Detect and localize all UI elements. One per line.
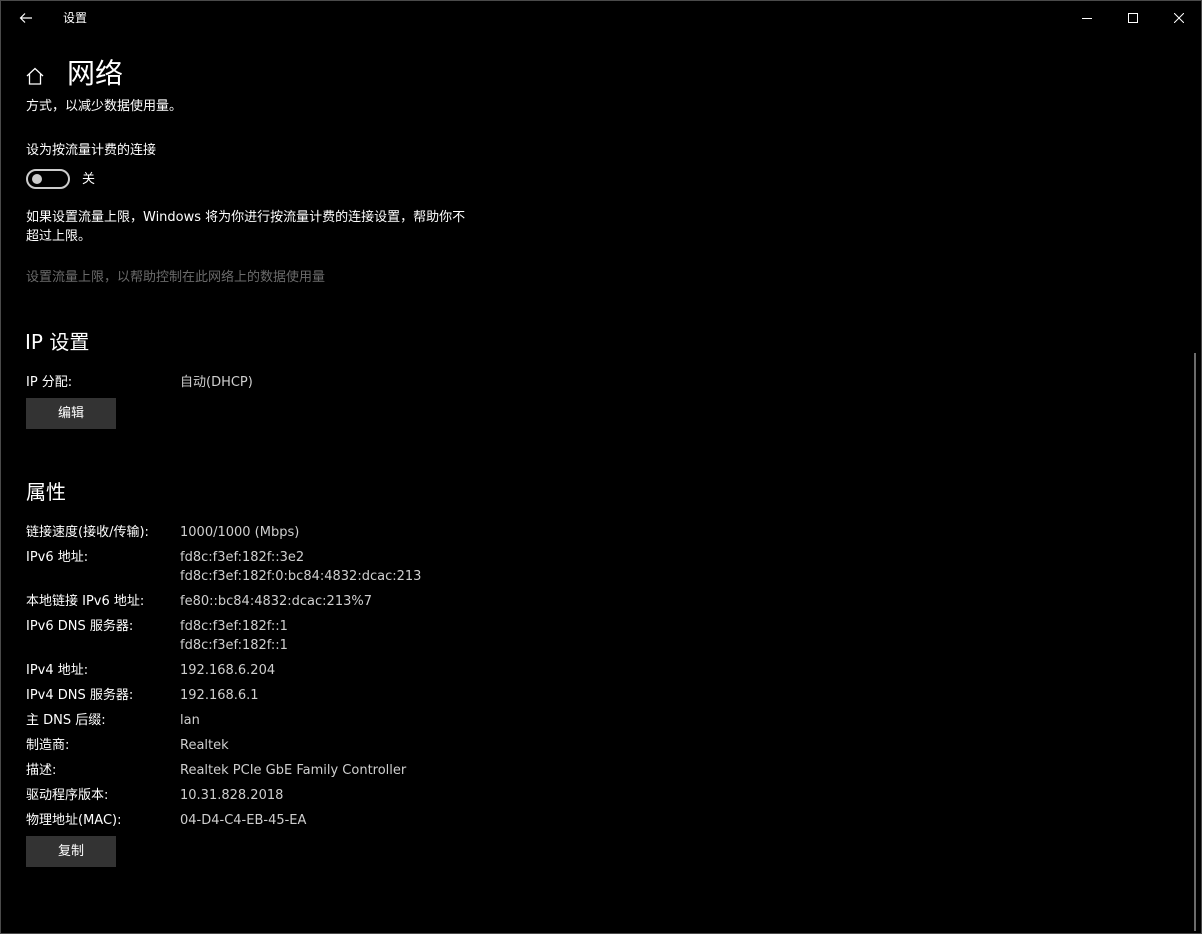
maximize-icon bbox=[1128, 13, 1138, 23]
property-label: 制造商: bbox=[26, 738, 70, 753]
property-value: Realtek bbox=[180, 738, 229, 753]
ip-assignment-label: IP 分配: bbox=[26, 375, 73, 390]
edit-button[interactable]: 编辑 bbox=[26, 398, 116, 429]
set-data-limit-link[interactable]: 设置流量上限，以帮助控制在此网络上的数据使用量 bbox=[26, 268, 325, 287]
property-value: 192.168.6.1 bbox=[180, 688, 259, 703]
back-button[interactable] bbox=[7, 3, 45, 33]
property-values: lan bbox=[180, 711, 200, 730]
property-label: IPv6 DNS 服务器: bbox=[26, 619, 134, 634]
property-value: 1000/1000 (Mbps) bbox=[180, 525, 300, 540]
property-value: fd8c:f3ef:182f::3e2 bbox=[180, 550, 305, 565]
property-label: 描述: bbox=[26, 763, 57, 778]
property-value: fe80::bc84:4832:dcac:213%7 bbox=[180, 594, 372, 609]
property-values: 1000/1000 (Mbps) bbox=[180, 523, 299, 542]
property-values: 192.168.6.1 bbox=[180, 686, 259, 705]
toggle-state-label: 关 bbox=[82, 172, 96, 187]
property-value: 192.168.6.204 bbox=[180, 663, 276, 678]
property-label: 驱动程序版本: bbox=[26, 788, 109, 803]
property-values: Realtek PCIe GbE Family Controller bbox=[180, 761, 406, 780]
property-value: 10.31.828.2018 bbox=[180, 788, 284, 803]
property-value: 04-D4-C4-EB-45-EA bbox=[180, 813, 307, 828]
property-label: 链接速度(接收/传输): bbox=[26, 525, 149, 540]
toggle-knob bbox=[32, 174, 42, 184]
property-values: fd8c:f3ef:182f::1 fd8c:f3ef:182f::1 bbox=[180, 617, 288, 655]
property-label: 本地链接 IPv6 地址: bbox=[26, 594, 145, 609]
property-values: 192.168.6.204 bbox=[180, 661, 275, 680]
title-bar: 设置 bbox=[1, 1, 1201, 35]
property-value: lan bbox=[180, 713, 200, 728]
property-label: IPv4 DNS 服务器: bbox=[26, 688, 134, 703]
property-label: 主 DNS 后缀: bbox=[26, 713, 106, 728]
close-button[interactable] bbox=[1156, 1, 1202, 35]
back-arrow-icon bbox=[19, 13, 32, 23]
app-title: 设置 bbox=[63, 11, 88, 25]
property-values: 04-D4-C4-EB-45-EA bbox=[180, 811, 306, 830]
property-values: Realtek bbox=[180, 736, 229, 755]
close-icon bbox=[1174, 13, 1184, 23]
data-limit-description: 如果设置流量上限，Windows 将为你进行按流量计费的连接设置，帮助你不超过上… bbox=[26, 210, 466, 244]
property-label: 物理地址(MAC): bbox=[26, 813, 122, 828]
property-values: 10.31.828.2018 bbox=[180, 786, 283, 805]
property-label: IPv4 地址: bbox=[26, 663, 89, 678]
property-value: fd8c:f3ef:182f::1 bbox=[180, 619, 288, 634]
property-value: fd8c:f3ef:182f:0:bc84:4832:dcac:213 bbox=[180, 569, 422, 584]
metered-connection-toggle[interactable] bbox=[26, 169, 70, 189]
property-value: Realtek PCIe GbE Family Controller bbox=[180, 763, 407, 778]
maximize-button[interactable] bbox=[1110, 1, 1156, 35]
property-values: fd8c:f3ef:182f::3e2 fd8c:f3ef:182f:0:bc8… bbox=[180, 548, 421, 586]
minimize-button[interactable] bbox=[1064, 1, 1110, 35]
property-label: IPv6 地址: bbox=[26, 550, 89, 565]
ip-assignment-value: 自动(DHCP) bbox=[180, 375, 253, 390]
property-values: fe80::bc84:4832:dcac:213%7 bbox=[180, 592, 372, 611]
home-button[interactable] bbox=[24, 65, 46, 87]
ip-settings-heading: IP 设置 bbox=[25, 330, 90, 354]
home-icon bbox=[26, 67, 44, 85]
copy-button[interactable]: 复制 bbox=[26, 836, 116, 867]
properties-heading: 属性 bbox=[26, 480, 66, 504]
page-title: 网络 bbox=[67, 57, 124, 90]
minimize-icon bbox=[1082, 18, 1092, 19]
metered-description: 方式，以减少数据使用量。 bbox=[26, 99, 183, 114]
property-value: fd8c:f3ef:182f::1 bbox=[180, 638, 288, 653]
metered-connection-label: 设为按流量计费的连接 bbox=[26, 143, 157, 158]
vertical-scrollbar[interactable] bbox=[1194, 353, 1196, 931]
